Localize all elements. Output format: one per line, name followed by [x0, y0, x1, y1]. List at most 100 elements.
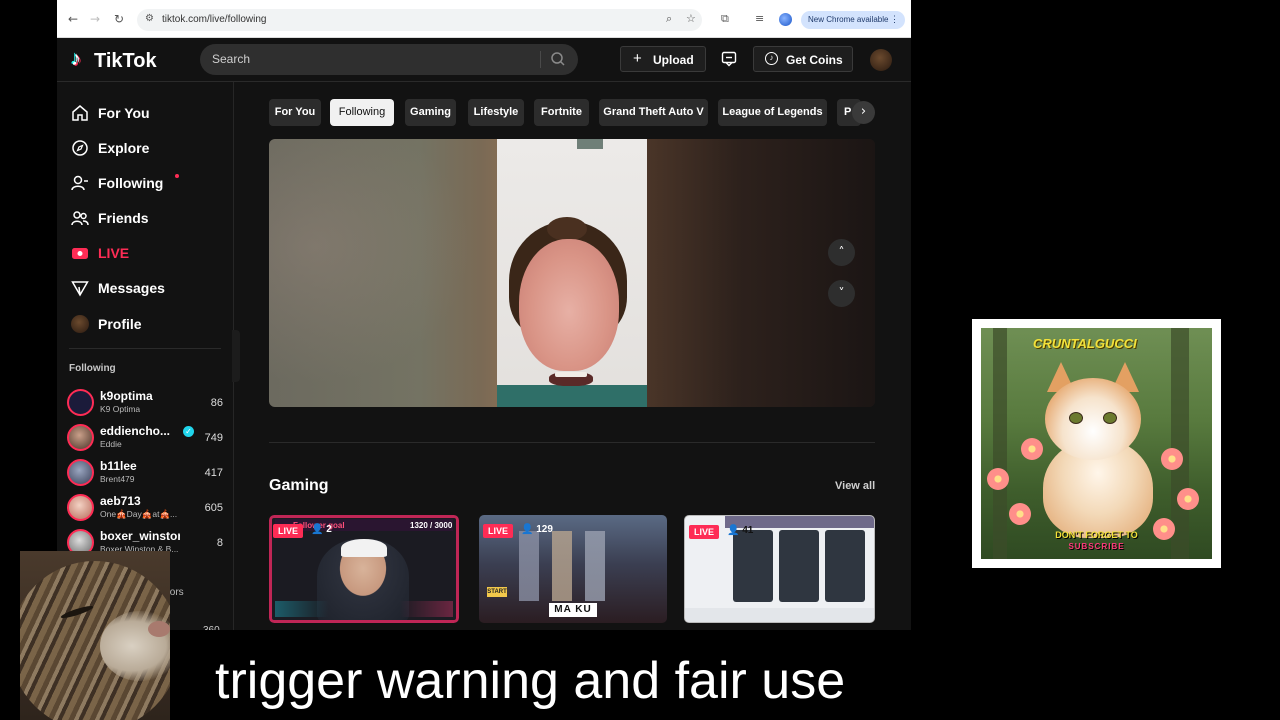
live-icon — [72, 248, 88, 259]
viewer-count: 360 — [203, 625, 220, 630]
extensions-icon[interactable]: ⧉ — [721, 12, 729, 26]
game-characters — [519, 531, 629, 601]
viewer-count: 👤 2 — [311, 524, 332, 535]
viewer-count: 8 — [216, 537, 223, 549]
tab-following[interactable]: Following — [330, 99, 394, 126]
viewer-count-value: 2 — [326, 524, 332, 535]
cat-eye — [1069, 412, 1083, 424]
tab-for-you[interactable]: For You — [269, 99, 321, 126]
forward-arrow-icon[interactable]: → — [87, 11, 103, 27]
nav-messages[interactable]: Messages — [71, 276, 221, 300]
chevron-up-icon[interactable]: ˄ — [828, 239, 855, 266]
tab-fortnite[interactable]: Fortnite — [534, 99, 589, 126]
live-stream-video[interactable] — [497, 139, 647, 407]
tab-league-of-legends[interactable]: League of Legends — [718, 99, 827, 126]
nav-label: Following — [98, 175, 164, 191]
live-card[interactable]: START MA KU LIVE 👤 129 — [479, 515, 667, 623]
logo-text: TikTok — [94, 50, 157, 72]
nav-friends[interactable]: Friends — [71, 206, 221, 230]
player-blur-left — [269, 139, 497, 407]
nav-for-you[interactable]: For You — [71, 101, 221, 125]
webcam-overlay — [20, 551, 170, 720]
game-ui-panel — [779, 530, 819, 602]
account-name: aeb713 — [100, 494, 141, 508]
plus-icon: + — [633, 50, 642, 67]
player-blur-right — [647, 139, 875, 407]
viewer-count-value: 41 — [742, 525, 754, 536]
caption-text: trigger warning and fair use — [215, 652, 846, 710]
live-card[interactable]: Follower goal 1320 / 3000 LIVE 👤 2 — [269, 515, 459, 623]
tiktok-header: ♪ TikTok Search + Upload ♪ Get Coins — [57, 38, 911, 82]
cat-head — [1045, 378, 1141, 460]
live-badge: LIVE — [483, 524, 514, 538]
flower — [1161, 448, 1183, 470]
chevron-down-icon[interactable]: ˅ — [828, 280, 855, 307]
section-divider — [269, 442, 875, 443]
subscribe-reminder: DON'T FORGET TO — [1055, 530, 1138, 540]
video-detail — [577, 139, 603, 149]
nav-label: Profile — [98, 316, 142, 332]
upload-button[interactable]: + Upload — [620, 46, 706, 72]
game-ui-bottom — [685, 608, 874, 622]
verified-badge-icon: ✓ — [183, 426, 194, 437]
reload-icon[interactable]: ↻ — [111, 11, 127, 27]
view-all-link[interactable]: View all — [835, 480, 875, 492]
account-subtitle: K9 Optima — [100, 404, 141, 414]
home-icon — [72, 105, 88, 121]
search-divider — [540, 51, 541, 68]
tab-lifestyle[interactable]: Lifestyle — [468, 99, 524, 126]
site-info-icon[interactable]: ⚙ — [145, 13, 154, 24]
following-account[interactable]: k9optima K9 Optima 86 — [67, 388, 227, 418]
following-account[interactable]: b11lee Brent479 417 — [67, 458, 227, 488]
streamer-shirt — [497, 385, 647, 407]
chevron-right-icon[interactable]: › — [852, 101, 875, 124]
nav-following[interactable]: Following — [71, 171, 221, 195]
get-coins-button[interactable]: ♪ Get Coins — [753, 46, 853, 72]
user-avatar[interactable] — [870, 49, 892, 71]
cat-eye — [1103, 412, 1117, 424]
notification-dot — [175, 174, 179, 178]
kebab-menu-icon[interactable]: ⋮ — [890, 14, 899, 25]
flower — [1177, 488, 1199, 510]
chrome-update-button[interactable]: New Chrome available ⋮ — [801, 11, 905, 29]
account-avatar — [67, 424, 94, 451]
viewer-count: 👤 41 — [727, 525, 754, 536]
address-bar[interactable]: ⚙ tiktok.com/live/following ⌕ ☆ — [137, 9, 702, 31]
search-input[interactable]: Search — [200, 44, 578, 75]
sidebar-divider — [69, 348, 221, 349]
media-control-icon[interactable]: ≡ — [755, 12, 764, 25]
flower — [1021, 438, 1043, 460]
tab-gaming[interactable]: Gaming — [405, 99, 456, 126]
friends-icon — [71, 211, 89, 226]
live-card[interactable]: LIVE 👤 41 — [684, 515, 875, 623]
search-icon[interactable] — [550, 51, 566, 67]
nav-explore[interactable]: Explore — [71, 136, 221, 160]
viewer-count: 605 — [204, 502, 223, 514]
messages-icon — [71, 281, 89, 297]
cat-nose — [148, 621, 170, 637]
sidebar-collapse-handle[interactable] — [232, 330, 240, 382]
following-account[interactable]: eddiencho... ✓ Eddie 749 — [67, 423, 227, 453]
back-arrow-icon[interactable]: ← — [65, 11, 81, 27]
live-player[interactable] — [269, 139, 875, 407]
following-account[interactable]: aeb713 One🎪Day🎪at🎪... 605 — [67, 493, 227, 523]
live-badge: LIVE — [689, 525, 720, 539]
zoom-icon[interactable]: ⌕ — [666, 12, 672, 26]
viewer-count: 👤 129 — [521, 524, 553, 535]
game-ui-panel — [825, 530, 865, 602]
subscribe-text: SUBSCRIBE — [1068, 542, 1125, 551]
nav-profile[interactable]: Profile — [71, 312, 221, 336]
bookmark-star-icon[interactable]: ☆ — [686, 12, 696, 25]
tab-grand-theft-auto-v[interactable]: Grand Theft Auto V — [599, 99, 708, 126]
account-subtitle: Brent479 — [100, 474, 135, 484]
nav-live[interactable]: LIVE — [71, 241, 221, 265]
streamer-hair-bun — [547, 217, 587, 241]
flower — [1009, 503, 1031, 525]
nav-label: For You — [98, 105, 150, 121]
video-frame: ← → ↻ ⚙ tiktok.com/live/following ⌕ ☆ ⧉ … — [0, 0, 1280, 720]
chrome-profile-avatar[interactable] — [779, 13, 792, 26]
inbox-icon[interactable] — [721, 51, 737, 67]
streamer-face — [519, 239, 619, 371]
nav-label: Friends — [98, 210, 149, 226]
nav-label: LIVE — [98, 245, 130, 261]
